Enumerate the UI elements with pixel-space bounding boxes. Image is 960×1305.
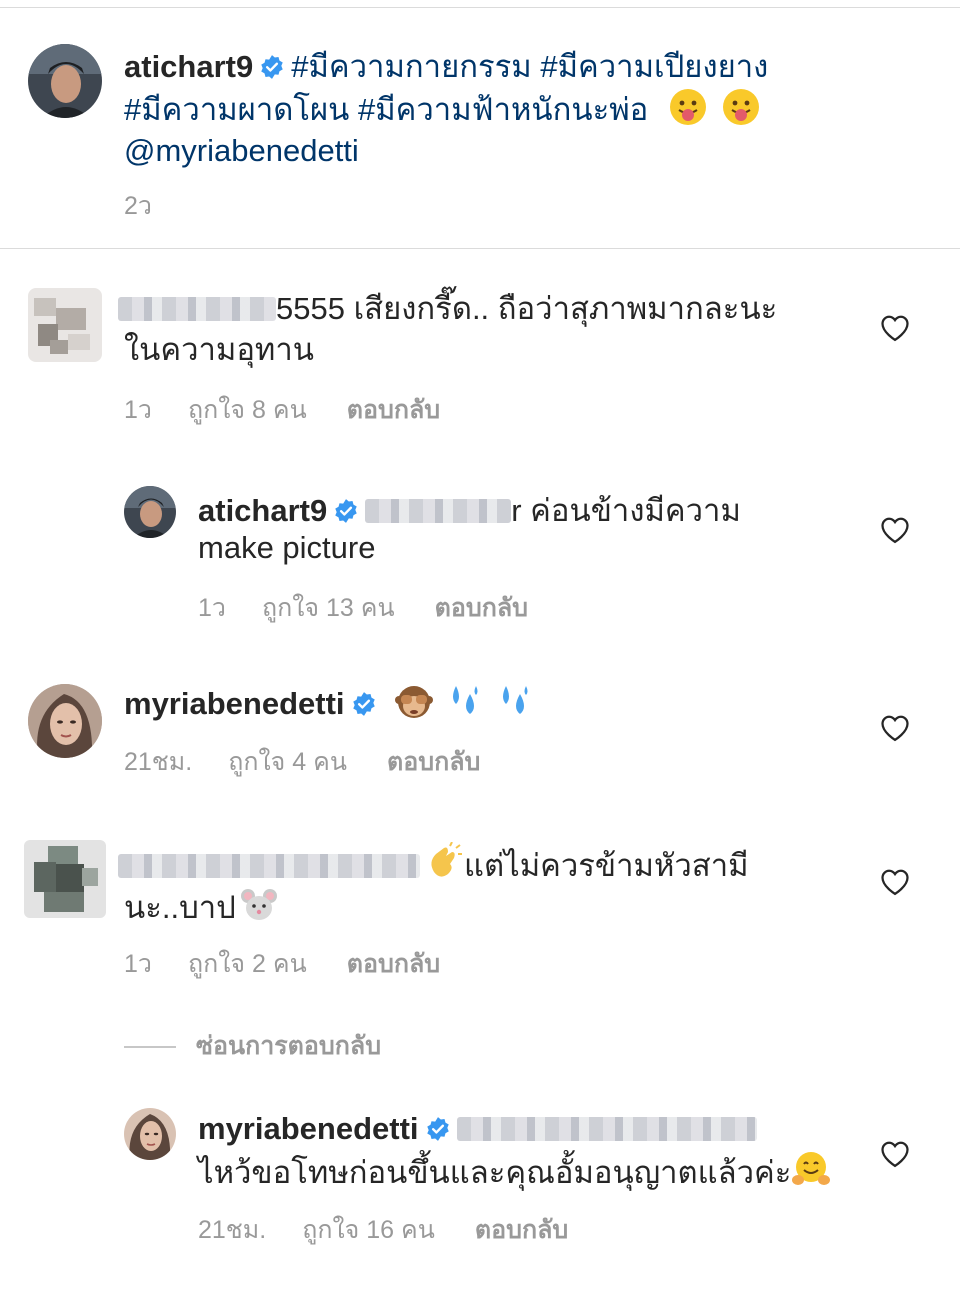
blurred-mention	[456, 1117, 757, 1141]
caption-avatar[interactable]	[28, 44, 102, 118]
tongue-face-emoji	[722, 88, 760, 126]
see-no-evil-monkey-emoji	[395, 682, 434, 720]
comment-text: แต่ไม่ควรข้ามหัวสามี นะ..บาป	[118, 842, 838, 928]
comment-text-line2: นะ..บาป	[124, 890, 236, 925]
comment-text-line1: แต่ไม่ควรข้ามหัวสามี	[464, 848, 749, 883]
mouse-face-emoji	[240, 886, 278, 924]
comment-username[interactable]: myriabenedetti	[124, 686, 345, 721]
reply-button[interactable]: ตอบกลับ	[347, 950, 440, 978]
reply-button[interactable]: ตอบกลับ	[435, 594, 528, 622]
verified-badge-icon	[351, 691, 377, 717]
comment-text: 5555 เสียงกรี๊ด.. ถือว่าสุภาพมากละนะ ในค…	[118, 288, 838, 370]
reply-likes[interactable]: ถูกใจ 16 คน	[302, 1216, 435, 1244]
reply-avatar[interactable]	[124, 1108, 176, 1160]
comment-avatar[interactable]	[24, 840, 106, 918]
comment-likes[interactable]: ถูกใจ 8 คน	[188, 396, 307, 424]
reply-likes[interactable]: ถูกใจ 13 คน	[262, 594, 395, 622]
reply-button[interactable]: ตอบกลับ	[387, 748, 480, 776]
comment-likes[interactable]: ถูกใจ 2 คน	[188, 950, 307, 978]
comment-likes[interactable]: ถูกใจ 4 คน	[228, 748, 347, 776]
reply-text-line2: make picture	[198, 530, 376, 565]
reply-text: myriabenedetti ไหว้ขอโทษก่อนขึ้นและคุณอั…	[198, 1108, 878, 1193]
comment-time: 1ว	[124, 396, 152, 424]
reply-username[interactable]: myriabenedetti	[198, 1111, 419, 1146]
reply-avatar[interactable]	[124, 486, 176, 538]
reply-meta: 21ชม. ถูกใจ 16 คน ตอบกลับ	[198, 1210, 604, 1250]
reply-time: 21ชม.	[198, 1216, 267, 1244]
caption-mention[interactable]: @myriabenedetti	[124, 133, 359, 168]
comment-avatar[interactable]	[28, 684, 102, 758]
sweat-droplets-emoji	[446, 682, 484, 720]
comment-text-line1: 5555 เสียงกรี๊ด.. ถือว่าสุภาพมากละนะ	[276, 291, 778, 326]
hide-replies-line	[124, 1046, 176, 1049]
hide-replies-button[interactable]: ซ่อนการตอบกลับ	[124, 1026, 381, 1066]
like-heart-icon[interactable]	[880, 314, 910, 342]
like-heart-icon[interactable]	[880, 516, 910, 544]
reply-text-line2: ไหว้ขอโทษก่อนขึ้นและคุณอั้มอนุญาตแล้วค่ะ	[198, 1155, 792, 1190]
comment-meta: 21ชม. ถูกใจ 4 คน ตอบกลับ	[124, 742, 516, 782]
blurred-mention	[365, 499, 512, 523]
caption-text: atichart9 #มีความกายกรรม #มีความเปียงยาง …	[124, 46, 824, 171]
caption-time: 2ว	[124, 192, 152, 220]
verified-badge-icon	[333, 498, 359, 524]
reply-time: 1ว	[198, 594, 226, 622]
blurred-username	[118, 854, 420, 878]
like-heart-icon[interactable]	[880, 1140, 910, 1168]
comment-time: 21ชม.	[124, 748, 193, 776]
verified-badge-icon	[259, 54, 285, 80]
hide-replies-label: ซ่อนการตอบกลับ	[196, 1032, 382, 1060]
verified-badge-icon	[425, 1116, 451, 1142]
caption-meta: 2ว	[124, 186, 188, 226]
reply-text-line1: r ค่อนข้างมีความ	[511, 493, 741, 528]
caption-hashtags-line2[interactable]: #มีความผาดโผน #มีความฟ้าหนักนะพ่อ	[124, 92, 648, 127]
caption-hashtags-line1[interactable]: #มีความกายกรรม #มีความเปียงยาง	[291, 49, 768, 84]
comment-time: 1ว	[124, 950, 152, 978]
reply-button[interactable]: ตอบกลับ	[347, 396, 440, 424]
reply-username[interactable]: atichart9	[198, 493, 327, 528]
caption-divider	[0, 248, 960, 249]
reply-text: atichart9 r ค่อนข้างมีความ make picture	[198, 490, 838, 568]
comment-meta: 1ว ถูกใจ 8 คน ตอบกลับ	[124, 390, 476, 430]
comment-text: myriabenedetti	[124, 682, 844, 724]
clapping-hands-emoji	[424, 842, 464, 882]
reply-button[interactable]: ตอบกลับ	[475, 1216, 568, 1244]
hugging-face-emoji	[791, 1149, 831, 1189]
comment-meta: 1ว ถูกใจ 2 คน ตอบกลับ	[124, 944, 476, 984]
tongue-face-emoji	[669, 88, 707, 126]
reply-meta: 1ว ถูกใจ 13 คน ตอบกลับ	[198, 588, 564, 628]
caption-username[interactable]: atichart9	[124, 49, 253, 84]
like-heart-icon[interactable]	[880, 714, 910, 742]
sweat-droplets-emoji	[496, 682, 534, 720]
like-heart-icon[interactable]	[880, 868, 910, 896]
comment-text-line2: ในความอุทาน	[124, 332, 314, 367]
top-edge	[0, 0, 960, 8]
blurred-username	[118, 297, 276, 321]
comment-avatar[interactable]	[28, 288, 102, 362]
